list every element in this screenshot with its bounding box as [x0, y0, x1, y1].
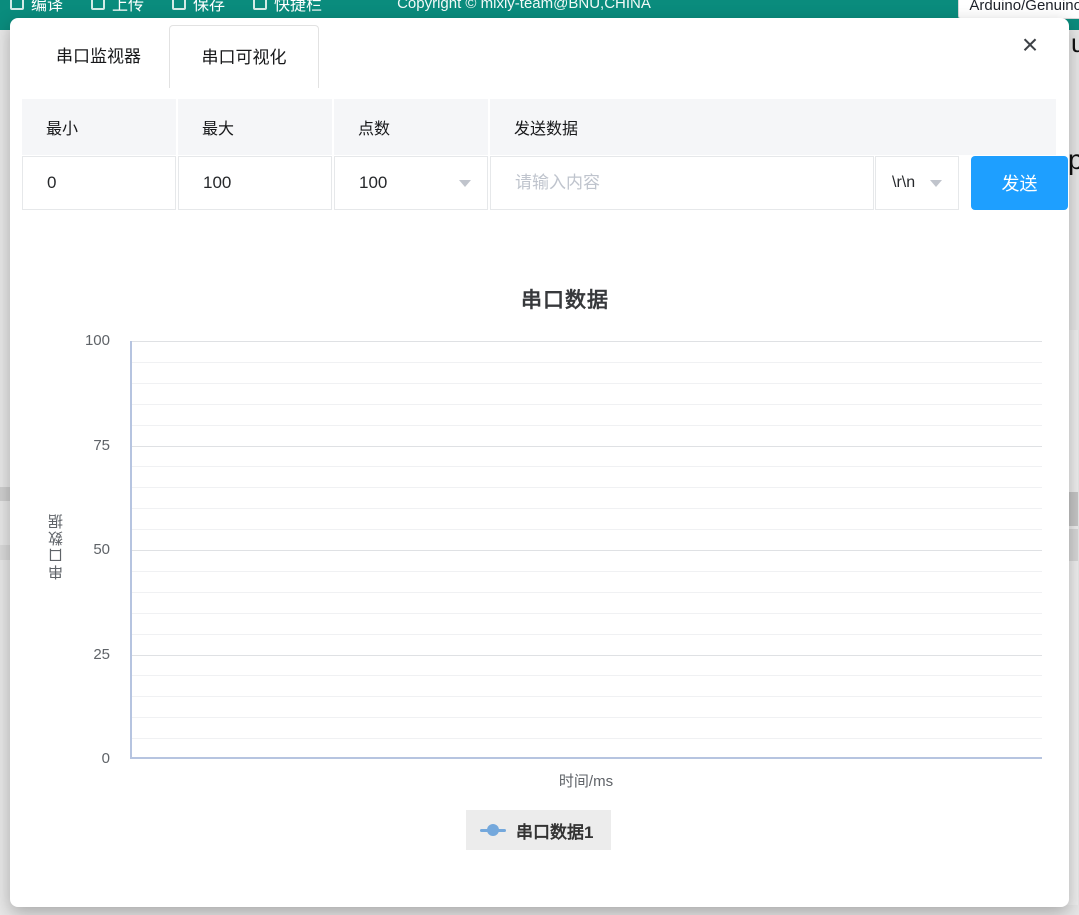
header-max: 最大 [178, 99, 332, 155]
tab-serial-monitor[interactable]: 串口监视器 [28, 25, 169, 88]
toolbar-item-compile[interactable]: 编译 [10, 0, 63, 15]
form-header-row: 最小 最大 点数 发送数据 [22, 99, 1056, 155]
screen: { "background": { "toolbar": { "color": … [0, 0, 1079, 915]
gridline [132, 529, 1042, 530]
background-panel-edge [0, 545, 10, 560]
toolbar-item-label: 快捷栏 [274, 0, 322, 15]
toolbar-item-label: 上传 [112, 0, 144, 15]
background-panel-edge [0, 487, 10, 501]
max-value: 100 [203, 173, 231, 193]
y-axis-label: 串口数据 [46, 481, 67, 611]
max-input[interactable]: 100 [178, 156, 332, 210]
gridline [132, 675, 1042, 676]
close-icon[interactable]: × [1013, 28, 1047, 62]
toolbar-item-quickbar[interactable]: 快捷栏 [253, 0, 322, 15]
upload-icon [91, 0, 105, 10]
points-value: 100 [359, 173, 387, 193]
legend-label: 串口数据1 [516, 818, 593, 843]
tab-serial-visualization[interactable]: 串口可视化 [169, 25, 319, 88]
gridline [132, 592, 1042, 593]
gridline [132, 362, 1042, 363]
min-input[interactable]: 0 [22, 156, 176, 210]
background-text-fragment: u [1071, 28, 1079, 59]
y-axis-tick-label: 25 [38, 646, 110, 664]
gridline [132, 717, 1042, 718]
chart-title: 串口数据 [100, 284, 1030, 314]
gridline [132, 571, 1042, 572]
send-data-input[interactable] [490, 156, 874, 210]
line-series-icon [480, 824, 506, 836]
compile-icon [10, 0, 24, 10]
toolbar-item-label: 编译 [31, 0, 63, 15]
line-ending-select[interactable]: \r\n [875, 156, 959, 210]
gridline [132, 550, 1042, 551]
send-button[interactable]: 发送 [971, 156, 1068, 210]
toolbar-item-save[interactable]: 保存 [172, 0, 225, 15]
line-ending-value: \r\n [892, 174, 915, 192]
gridline [132, 341, 1042, 342]
gridline [132, 613, 1042, 614]
y-axis-tick-label: 75 [38, 437, 110, 455]
legend-item-series1[interactable]: 串口数据1 [466, 810, 611, 850]
header-send-data: 发送数据 [490, 99, 1056, 155]
app-toolbar-items: 编译 上传 保存 快捷栏 Copyright © mixly-team@BNU,… [0, 0, 1079, 18]
points-select[interactable]: 100 [334, 156, 488, 210]
gridline [132, 466, 1042, 467]
header-points: 点数 [334, 99, 488, 155]
quickbar-icon [253, 0, 267, 10]
header-min: 最小 [22, 99, 176, 155]
y-axis-tick-label: 0 [38, 750, 110, 768]
copyright-text: Copyright © mixly-team@BNU,CHINA [397, 0, 651, 12]
dialog-tabs: 串口监视器 串口可视化 [28, 25, 319, 88]
form-input-row: 0 100 100 \r\n 发送 [22, 156, 1068, 210]
toolbar-item-label: 保存 [193, 0, 225, 15]
serial-dialog: × 串口监视器 串口可视化 最小 最大 点数 发送数据 0 100 100 \r… [10, 18, 1069, 907]
gridline [132, 655, 1042, 656]
gridline [132, 425, 1042, 426]
chevron-down-icon [459, 180, 471, 187]
gridline [132, 634, 1042, 635]
gridline [132, 383, 1042, 384]
x-axis-label: 时间/ms [130, 770, 1042, 791]
board-select-dropdown[interactable]: Arduino/Genuino [958, 0, 1079, 19]
board-select-value: Arduino/Genuino [969, 0, 1079, 14]
background-text-fragment: p [1068, 144, 1079, 176]
save-icon [172, 0, 186, 10]
gridline [132, 696, 1042, 697]
chart-plot-area [130, 341, 1042, 759]
gridline [132, 446, 1042, 447]
send-group: \r\n 发送 [490, 156, 1068, 210]
min-value: 0 [47, 173, 56, 193]
chevron-down-icon [930, 180, 942, 187]
gridline [132, 487, 1042, 488]
gridline [132, 738, 1042, 739]
gridline [132, 508, 1042, 509]
gridline [132, 404, 1042, 405]
toolbar-item-upload[interactable]: 上传 [91, 0, 144, 15]
y-axis-tick-label: 100 [38, 332, 110, 350]
